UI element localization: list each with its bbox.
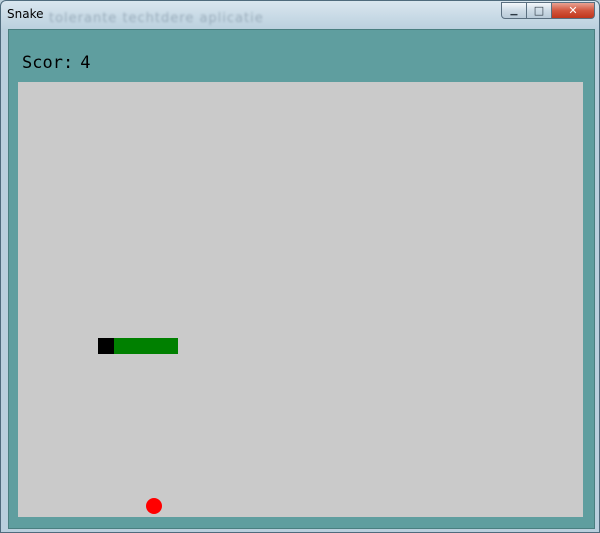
game-client-area: Scor: 4: [8, 29, 595, 529]
score-label: Scor:: [22, 53, 74, 73]
close-icon: ✕: [568, 4, 578, 17]
maximize-icon: □: [533, 4, 545, 17]
minimize-button[interactable]: ▁: [501, 2, 527, 19]
snake-body-segment: [146, 338, 162, 354]
score-value: 4: [80, 53, 91, 73]
snake-head: [98, 338, 114, 354]
title-bar[interactable]: Snake tolerante techtdere aplicatie ▁ □ …: [1, 1, 599, 28]
game-board[interactable]: [18, 82, 583, 517]
window-title: Snake: [7, 7, 44, 21]
snake-body-segment: [130, 338, 146, 354]
window-controls: ▁ □ ✕: [501, 2, 595, 19]
score-display: Scor: 4: [22, 53, 90, 73]
snake-body-segment: [114, 338, 130, 354]
food-item: [146, 498, 162, 514]
close-button[interactable]: ✕: [552, 2, 595, 19]
maximize-button[interactable]: □: [527, 2, 552, 19]
minimize-icon: ▁: [510, 5, 518, 16]
background-title-text: tolerante techtdere aplicatie: [49, 11, 264, 26]
game-window: Snake tolerante techtdere aplicatie ▁ □ …: [0, 0, 600, 533]
snake-body-segment: [162, 338, 178, 354]
